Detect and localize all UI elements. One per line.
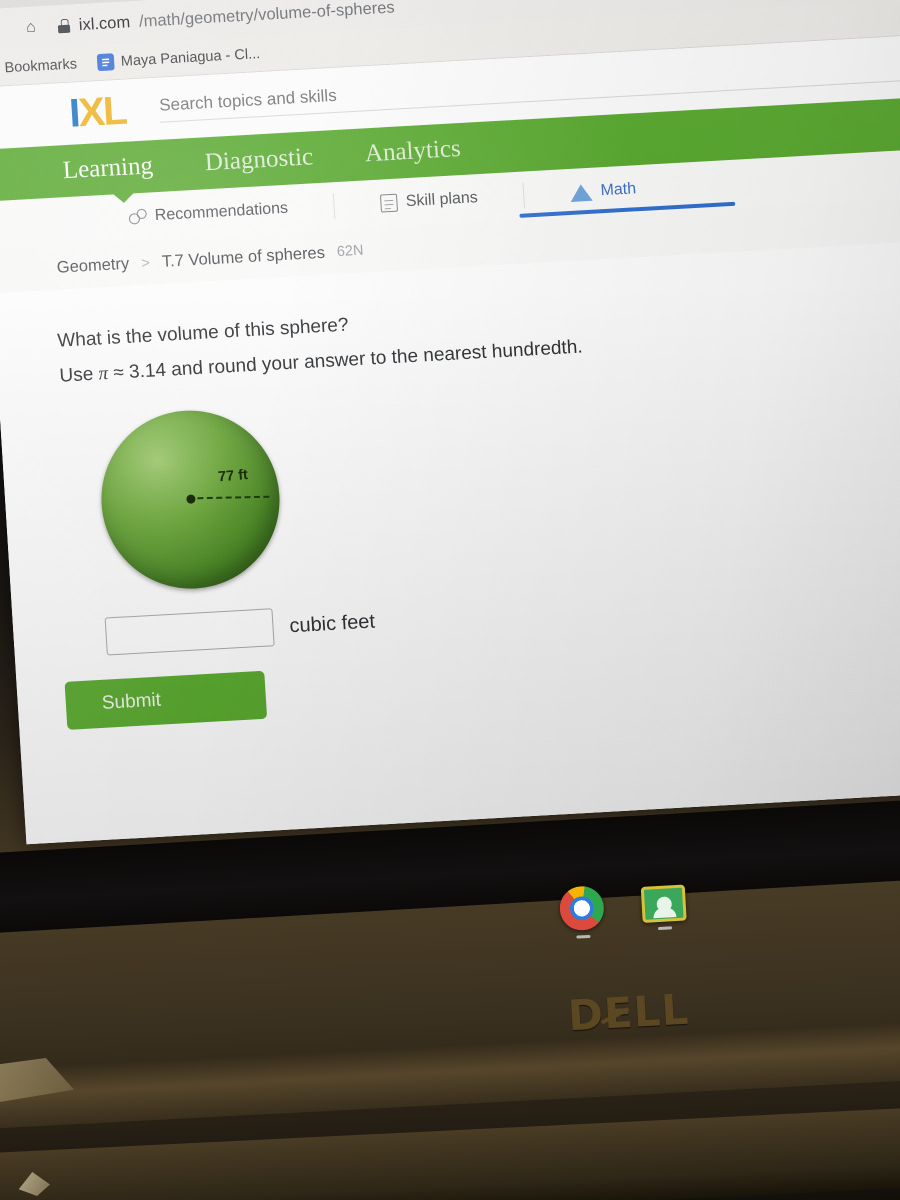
subnav-label: Skill plans	[405, 189, 479, 211]
math-pyramid-icon	[570, 183, 594, 202]
ixl-logo[interactable]: I XL	[68, 88, 127, 136]
bookmark-label: Maya Paniagua - Cl...	[120, 45, 261, 70]
breadcrumb-skill: T.7 Volume of spheres	[161, 243, 326, 271]
desk-object-corner	[0, 1058, 74, 1102]
google-classroom-icon	[640, 884, 687, 923]
taskbar-dock	[558, 881, 688, 940]
dell-logo-text: DELL	[566, 984, 691, 1041]
lock-icon	[57, 19, 70, 34]
subnav-item-recommendations[interactable]: Recommendations	[127, 197, 334, 226]
laptop-hinge-upper	[0, 1018, 900, 1130]
nav-item-analytics[interactable]: Analytics	[364, 135, 461, 168]
home-icon[interactable]: ⌂	[19, 16, 42, 39]
submit-button[interactable]: Submit	[64, 671, 268, 731]
nav-active-caret	[112, 192, 135, 204]
dell-logo: DELL	[567, 985, 691, 1041]
subnav-label: Math	[600, 180, 637, 200]
question-prefix: Use	[58, 363, 100, 387]
recommendations-icon	[127, 209, 147, 226]
answer-input[interactable]	[104, 608, 275, 656]
answer-unit-label: cubic feet	[288, 610, 376, 638]
slides-icon	[96, 53, 115, 72]
dock-indicator	[658, 926, 673, 931]
skill-code: 62N	[336, 242, 364, 261]
desk-surface	[0, 1106, 900, 1200]
bookmark-item[interactable]: BC Bookmarks	[0, 56, 77, 77]
laptop-screen: What's in a × Maya Pania × Maya Pania × …	[0, 0, 900, 864]
bookmark-item[interactable]: Maya Paniagua - Cl...	[96, 45, 261, 72]
question-body: What is the volume of this sphere? Use π…	[0, 237, 900, 845]
radius-label: 77 ft	[217, 467, 249, 486]
photo-background: What's in a × Maya Pania × Maya Pania × …	[0, 0, 900, 1200]
subnav-item-math[interactable]: Math	[519, 178, 736, 218]
subnav-label: Recommendations	[154, 199, 289, 225]
dock-indicator	[576, 934, 591, 939]
reload-icon[interactable]: ↻	[0, 18, 5, 41]
nav-item-learning[interactable]: Learning	[62, 152, 154, 185]
url-domain: ixl.com	[78, 12, 131, 34]
logo-letters-xl: XL	[77, 88, 127, 135]
dock-item-chrome[interactable]	[558, 885, 606, 939]
ixl-page: IXL Learning Diagnostic Analytics	[0, 31, 900, 845]
sphere-figure: 77 ft	[96, 404, 317, 595]
url-path: /math/geometry/volume-of-spheres	[138, 0, 396, 31]
nav-item-diagnostic[interactable]: Diagnostic	[204, 143, 314, 177]
breadcrumb-separator: >	[140, 254, 151, 272]
subnav-item-skill-plans[interactable]: Skill plans	[380, 187, 524, 213]
breadcrumb-subject[interactable]: Geometry	[56, 254, 130, 277]
dock-item-classroom[interactable]	[640, 884, 687, 931]
bookmark-label: BC Bookmarks	[0, 55, 78, 77]
desk-object-small	[18, 1172, 50, 1196]
skill-plans-icon	[380, 193, 399, 213]
chrome-icon	[558, 885, 606, 932]
laptop-hinge-mid	[0, 1072, 900, 1169]
